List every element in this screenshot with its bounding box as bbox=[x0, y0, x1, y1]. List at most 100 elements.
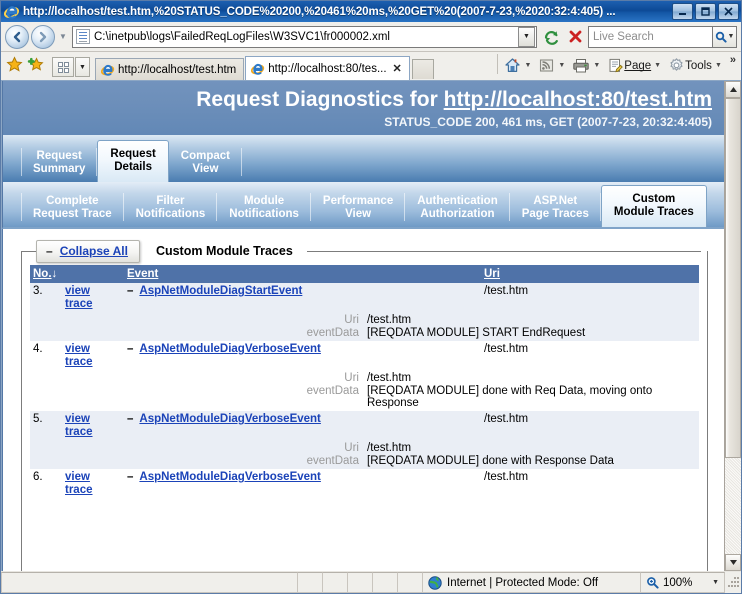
security-zone[interactable]: Internet | Protected Mode: Off bbox=[423, 572, 641, 593]
page-title-prefix: Request Diagnostics for bbox=[196, 88, 444, 111]
table-row[interactable]: 5. view trace – AspNetModuleDiagVerboseE… bbox=[30, 411, 699, 440]
search-button[interactable]: ▼ bbox=[713, 25, 737, 48]
tab-label-line2: Summary bbox=[33, 162, 86, 175]
address-dropdown-button[interactable]: ▼ bbox=[518, 26, 535, 47]
secondary-tab-strip: Complete Request Trace Filter Notification… bbox=[2, 182, 724, 229]
tools-menu-button[interactable]: Tools ▼ bbox=[666, 55, 727, 76]
detail-key: Uri bbox=[127, 442, 367, 455]
zoom-dropdown-icon[interactable]: ▼ bbox=[712, 579, 719, 586]
overflow-chevron-icon[interactable]: » bbox=[730, 54, 736, 66]
table-row[interactable]: 4. view trace – AspNetModuleDiagVerboseE… bbox=[30, 341, 699, 370]
address-value: C:\inetpub\logs\FailedReqLogFiles\W3SVC1… bbox=[94, 30, 390, 43]
view-trace-label-line2: trace bbox=[65, 298, 93, 310]
view-trace-link[interactable]: view trace bbox=[62, 469, 124, 498]
browser-tab-1[interactable]: http://localhost/test.htm bbox=[95, 58, 245, 80]
divider bbox=[306, 250, 701, 252]
tab-request-details[interactable]: Request Details bbox=[97, 140, 169, 182]
scroll-down-button[interactable] bbox=[725, 554, 741, 571]
column-header-event[interactable]: Event bbox=[124, 265, 481, 283]
globe-icon bbox=[428, 575, 442, 590]
event-line: – AspNetModuleDiagVerboseEvent bbox=[127, 413, 481, 425]
detail-key: Uri bbox=[127, 372, 367, 385]
detail-row: eventData [REQDATA MODULE] done with Res… bbox=[127, 455, 699, 468]
forward-button[interactable] bbox=[31, 24, 55, 49]
tab-authentication-authorization[interactable]: Authentication Authorization bbox=[405, 189, 510, 227]
view-trace-label-line2: trace bbox=[65, 426, 93, 438]
chevron-down-icon[interactable]: ▼ bbox=[558, 62, 565, 69]
chevron-down-icon[interactable]: ▼ bbox=[654, 62, 661, 69]
scroll-up-button[interactable] bbox=[725, 81, 741, 98]
minus-icon: – bbox=[46, 243, 53, 258]
tab-filter-notifications[interactable]: Filter Notifications bbox=[124, 189, 218, 227]
new-tab-button[interactable] bbox=[411, 59, 434, 79]
tab-custom-module-traces[interactable]: Custom Module Traces bbox=[600, 185, 707, 227]
quick-tabs-button[interactable] bbox=[52, 57, 74, 77]
status-slot-3 bbox=[348, 572, 373, 593]
table-row[interactable]: 6. view trace – AspNetModuleDiagVerboseE… bbox=[30, 469, 699, 498]
page-scrollbar[interactable] bbox=[724, 81, 741, 571]
tab-list-dropdown-button[interactable]: ▼ bbox=[75, 57, 90, 77]
tab-request-summary[interactable]: Request Summary bbox=[21, 144, 98, 182]
spacer-cell bbox=[30, 440, 124, 469]
search-input[interactable]: Live Search bbox=[588, 25, 713, 48]
event-cell: – AspNetModuleDiagVerboseEvent bbox=[124, 341, 481, 370]
zoom-icon bbox=[647, 577, 659, 589]
page-menu-button[interactable]: Page ▼ bbox=[605, 55, 666, 76]
table-header: No.↓ Event Uri bbox=[30, 265, 699, 283]
home-button[interactable]: ▼ bbox=[502, 55, 536, 76]
chevron-down-icon[interactable]: ▼ bbox=[593, 62, 600, 69]
scrollbar-track[interactable] bbox=[725, 98, 741, 554]
view-trace-link[interactable]: view trace bbox=[62, 341, 124, 370]
view-trace-label-line1: view bbox=[65, 285, 90, 297]
favorites-center-icon[interactable] bbox=[6, 56, 23, 76]
chevron-down-icon[interactable]: ▼ bbox=[524, 62, 531, 69]
expander-icon[interactable]: – bbox=[127, 413, 133, 425]
title-bar: http://localhost/test.htm,%20STATUS_CODE… bbox=[1, 1, 741, 22]
maximize-button[interactable] bbox=[695, 3, 716, 20]
expander-icon[interactable]: – bbox=[127, 343, 133, 355]
page-content: – Collapse All Custom Module Traces No.↓… bbox=[2, 229, 724, 571]
request-url-link[interactable]: http://localhost:80/test.htm bbox=[444, 88, 712, 111]
table-row[interactable]: 3. view trace – AspNetModuleDiagStartEve… bbox=[30, 283, 699, 312]
row-number: 3. bbox=[30, 283, 62, 312]
resize-grip[interactable] bbox=[725, 572, 741, 593]
tab-label-line1: Module bbox=[243, 194, 285, 207]
feeds-button[interactable]: ▼ bbox=[536, 55, 570, 76]
event-name-link[interactable]: AspNetModuleDiagVerboseEvent bbox=[139, 413, 320, 425]
tab-module-notifications[interactable]: Module Notifications bbox=[217, 189, 311, 227]
collapse-all-button[interactable]: – Collapse All bbox=[36, 239, 140, 263]
column-header-uri[interactable]: Uri bbox=[481, 265, 699, 283]
add-to-favorites-icon[interactable] bbox=[27, 56, 44, 76]
expander-icon[interactable]: – bbox=[127, 471, 133, 483]
search-dropdown-icon[interactable]: ▼ bbox=[728, 33, 735, 40]
browser-tab-2-label: http://localhost:80/tes... bbox=[268, 62, 387, 75]
close-button[interactable] bbox=[718, 3, 739, 20]
tab-compact-view[interactable]: Compact View bbox=[169, 144, 243, 182]
event-name-link[interactable]: AspNetModuleDiagVerboseEvent bbox=[139, 471, 320, 483]
detail-key: Uri bbox=[127, 314, 367, 327]
expander-icon[interactable]: – bbox=[127, 285, 133, 297]
refresh-button[interactable] bbox=[540, 26, 562, 48]
event-name-link[interactable]: AspNetModuleDiagVerboseEvent bbox=[139, 343, 320, 355]
scrollbar-thumb[interactable] bbox=[725, 98, 741, 459]
back-button[interactable] bbox=[5, 24, 29, 49]
recent-pages-dropdown-icon[interactable]: ▼ bbox=[57, 32, 69, 41]
minimize-button[interactable] bbox=[672, 3, 693, 20]
tab-label-line2: View bbox=[192, 162, 219, 175]
tab-aspnet-page-traces[interactable]: ASP.Net Page Traces bbox=[510, 189, 602, 227]
event-name-link[interactable]: AspNetModuleDiagStartEvent bbox=[139, 285, 302, 297]
print-button[interactable]: ▼ bbox=[570, 55, 605, 76]
internet-explorer-icon bbox=[4, 4, 20, 20]
chevron-down-icon[interactable]: ▼ bbox=[715, 62, 722, 69]
address-bar[interactable]: C:\inetpub\logs\FailedReqLogFiles\W3SVC1… bbox=[72, 25, 537, 48]
security-zone-label: Internet | Protected Mode: Off bbox=[447, 576, 599, 589]
view-trace-link[interactable]: view trace bbox=[62, 283, 124, 312]
browser-tab-2[interactable]: http://localhost:80/tes... ✕ bbox=[245, 56, 410, 80]
stop-button[interactable] bbox=[564, 26, 586, 48]
tab-complete-request-trace[interactable]: Complete Request Trace bbox=[21, 189, 124, 227]
view-trace-link[interactable]: view trace bbox=[62, 411, 124, 440]
zoom-control[interactable]: 100% ▼ bbox=[641, 572, 725, 593]
tab-performance-view[interactable]: Performance View bbox=[311, 189, 406, 227]
column-header-no[interactable]: No.↓ bbox=[30, 265, 124, 283]
close-icon[interactable]: ✕ bbox=[393, 62, 402, 75]
